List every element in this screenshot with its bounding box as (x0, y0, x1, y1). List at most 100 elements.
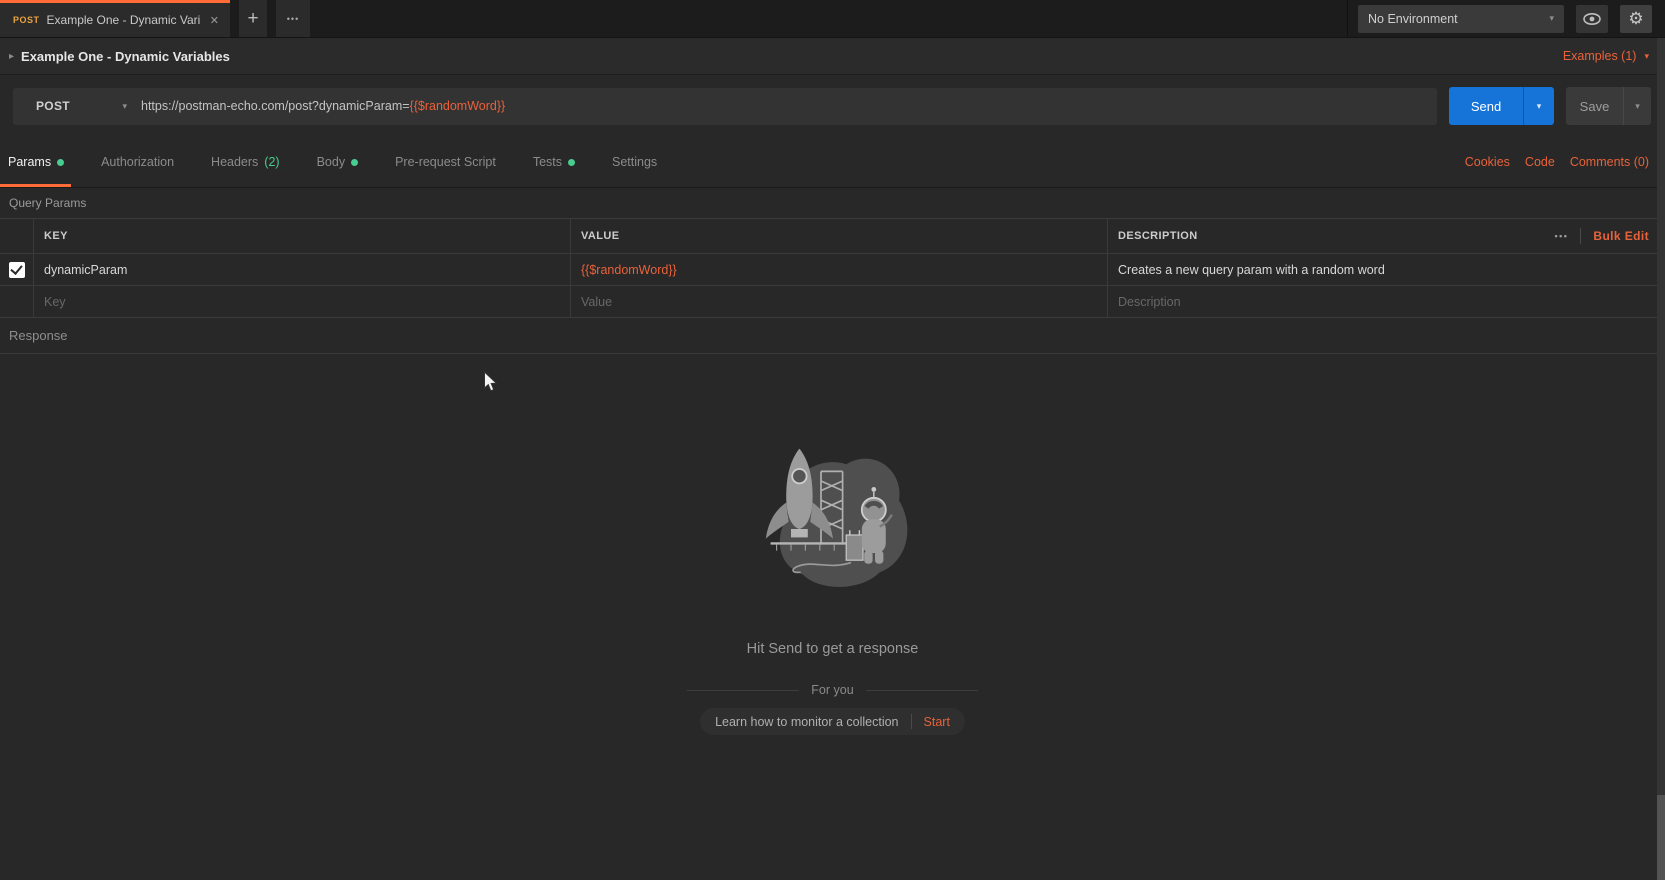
tab-headers[interactable]: Headers (2) (211, 137, 280, 187)
new-tab-button[interactable]: + (239, 0, 267, 37)
environment-selected-label: No Environment (1368, 11, 1458, 26)
tab-headers-count: (2) (264, 155, 280, 169)
new-key-field[interactable]: Key (34, 286, 571, 317)
param-description-field[interactable]: Creates a new query param with a random … (1108, 254, 1665, 285)
response-empty-state: Hit Send to get a response For you Learn… (0, 354, 1665, 735)
environment-area: No Environment ▾ ⚙ (1347, 0, 1665, 37)
tab-settings[interactable]: Settings (612, 137, 657, 187)
request-tabs-row: Params Authorization Headers (2) Body Pr… (0, 137, 1665, 188)
comments-link[interactable]: Comments (0) (1570, 155, 1649, 169)
table-row-empty: Key Value Description (0, 285, 1665, 317)
method-select[interactable]: POST ▾ (13, 99, 141, 113)
environment-select[interactable]: No Environment ▾ (1358, 4, 1564, 33)
request-title: Example One - Dynamic Variables (21, 48, 230, 64)
cookies-link[interactable]: Cookies (1465, 155, 1510, 169)
examples-dropdown[interactable]: Examples (1) ▾ (1563, 49, 1649, 63)
settings-button[interactable]: ⚙ (1620, 4, 1652, 33)
tab-body-label: Body (316, 155, 346, 169)
examples-label: Examples (1) (1562, 49, 1637, 63)
tab-authorization-label: Authorization (101, 155, 175, 169)
tab-pre-request-script-label: Pre-request Script (395, 155, 496, 169)
divider-line (687, 689, 800, 691)
quick-links: Cookies Code Comments (0) (1465, 137, 1649, 187)
tab-title: Example One - Dynamic Varia... (46, 13, 200, 27)
postman-app: POST Example One - Dynamic Varia... ✕ + … (0, 0, 1665, 880)
column-header-value: VALUE (571, 219, 1108, 253)
eye-icon (1583, 12, 1601, 25)
params-more-options-icon[interactable]: ••• (1542, 231, 1580, 241)
param-value-field[interactable]: {{$randomWord}} (571, 254, 1108, 285)
divider-line (865, 689, 978, 691)
url-input[interactable]: https://postman-echo.com/post?dynamicPar… (141, 99, 1437, 113)
top-bar: POST Example One - Dynamic Varia... ✕ + … (0, 0, 1665, 38)
start-link[interactable]: Start (924, 715, 950, 729)
method-label: POST (36, 99, 70, 113)
vertical-scrollbar[interactable] (1657, 38, 1665, 880)
new-value-field[interactable]: Value (571, 286, 1108, 317)
url-variable-text: {{$randomWord}} (409, 99, 506, 113)
divider (1580, 228, 1582, 244)
send-split-button: Send ▾ (1449, 87, 1554, 125)
tab-tests[interactable]: Tests (533, 137, 575, 187)
send-options-button[interactable]: ▾ (1523, 87, 1554, 125)
url-builder-row: POST ▾ https://postman-echo.com/post?dyn… (0, 75, 1665, 137)
param-key-field[interactable]: dynamicParam (34, 254, 571, 285)
code-link[interactable]: Code (1525, 155, 1555, 169)
tab-settings-label: Settings (612, 155, 658, 169)
tab-tests-label: Tests (532, 155, 562, 169)
query-params-table: KEY VALUE DESCRIPTION ••• Bulk Edit dyna… (0, 218, 1665, 318)
tab-params-label: Params (8, 155, 52, 169)
query-params-section-label: Query Params (9, 196, 87, 210)
save-button[interactable]: Save (1566, 87, 1623, 125)
request-title-row: ▸ Example One - Dynamic Variables Exampl… (0, 38, 1665, 75)
for-you-label: For you (811, 683, 854, 697)
url-base-text: https://postman-echo.com/post?dynamicPar… (141, 99, 410, 113)
for-you-divider: For you (687, 683, 978, 697)
tab-pre-request-script[interactable]: Pre-request Script (395, 137, 496, 187)
green-dot-indicator (568, 158, 575, 166)
column-header-description: DESCRIPTION ••• Bulk Edit (1108, 219, 1665, 253)
empty-state-title: Hit Send to get a response (746, 641, 919, 657)
rocket-astronaut-illustration (765, 448, 907, 587)
close-tab-icon[interactable]: ✕ (207, 12, 222, 29)
divider (910, 714, 912, 729)
url-bar: POST ▾ https://postman-echo.com/post?dyn… (13, 87, 1437, 125)
bulk-edit-link[interactable]: Bulk Edit (1593, 229, 1649, 243)
chevron-down-icon: ▾ (122, 100, 127, 111)
collapse-caret-icon[interactable]: ▸ (9, 51, 14, 62)
tab-options-button[interactable]: ••• (276, 0, 310, 37)
tab-body[interactable]: Body (317, 137, 359, 187)
table-row: dynamicParam {{$randomWord}} Creates a n… (0, 253, 1665, 285)
tab-params[interactable]: Params (0, 137, 72, 187)
monitor-collection-cta[interactable]: Learn how to monitor a collection Start (700, 708, 965, 735)
scrollbar-thumb[interactable] (1657, 795, 1665, 880)
tab-method-badge: POST (13, 15, 40, 25)
tab-strip: POST Example One - Dynamic Varia... ✕ + … (0, 0, 1347, 37)
cta-label: Learn how to monitor a collection (715, 714, 899, 729)
save-split-button: Save ▾ (1566, 87, 1651, 125)
more-icon: ••• (286, 13, 300, 24)
environment-quick-look-button[interactable] (1576, 4, 1608, 33)
chevron-down-icon: ▾ (1644, 50, 1649, 61)
table-header-row: KEY VALUE DESCRIPTION ••• Bulk Edit (0, 219, 1665, 253)
send-button[interactable]: Send (1449, 87, 1523, 125)
row-checkbox-cell (0, 254, 34, 285)
chevron-down-icon: ▾ (1635, 100, 1640, 111)
green-dot-indicator (57, 158, 65, 166)
green-dot-indicator (351, 158, 359, 166)
row-checkbox-cell (0, 286, 34, 317)
column-header-key: KEY (34, 219, 571, 253)
chevron-down-icon: ▾ (1536, 100, 1542, 111)
gear-icon: ⚙ (1628, 8, 1644, 28)
chevron-down-icon: ▾ (1549, 13, 1554, 23)
save-options-button[interactable]: ▾ (1623, 87, 1651, 125)
open-request-tab[interactable]: POST Example One - Dynamic Varia... ✕ (0, 0, 230, 37)
header-checkbox-cell (0, 219, 34, 253)
response-section-label: Response (0, 318, 1665, 354)
description-header-label: DESCRIPTION (1118, 230, 1198, 242)
new-description-field[interactable]: Description (1108, 286, 1665, 317)
tab-headers-label: Headers (211, 155, 259, 169)
tab-authorization[interactable]: Authorization (101, 137, 174, 187)
row-checkbox-checked[interactable] (8, 261, 25, 278)
